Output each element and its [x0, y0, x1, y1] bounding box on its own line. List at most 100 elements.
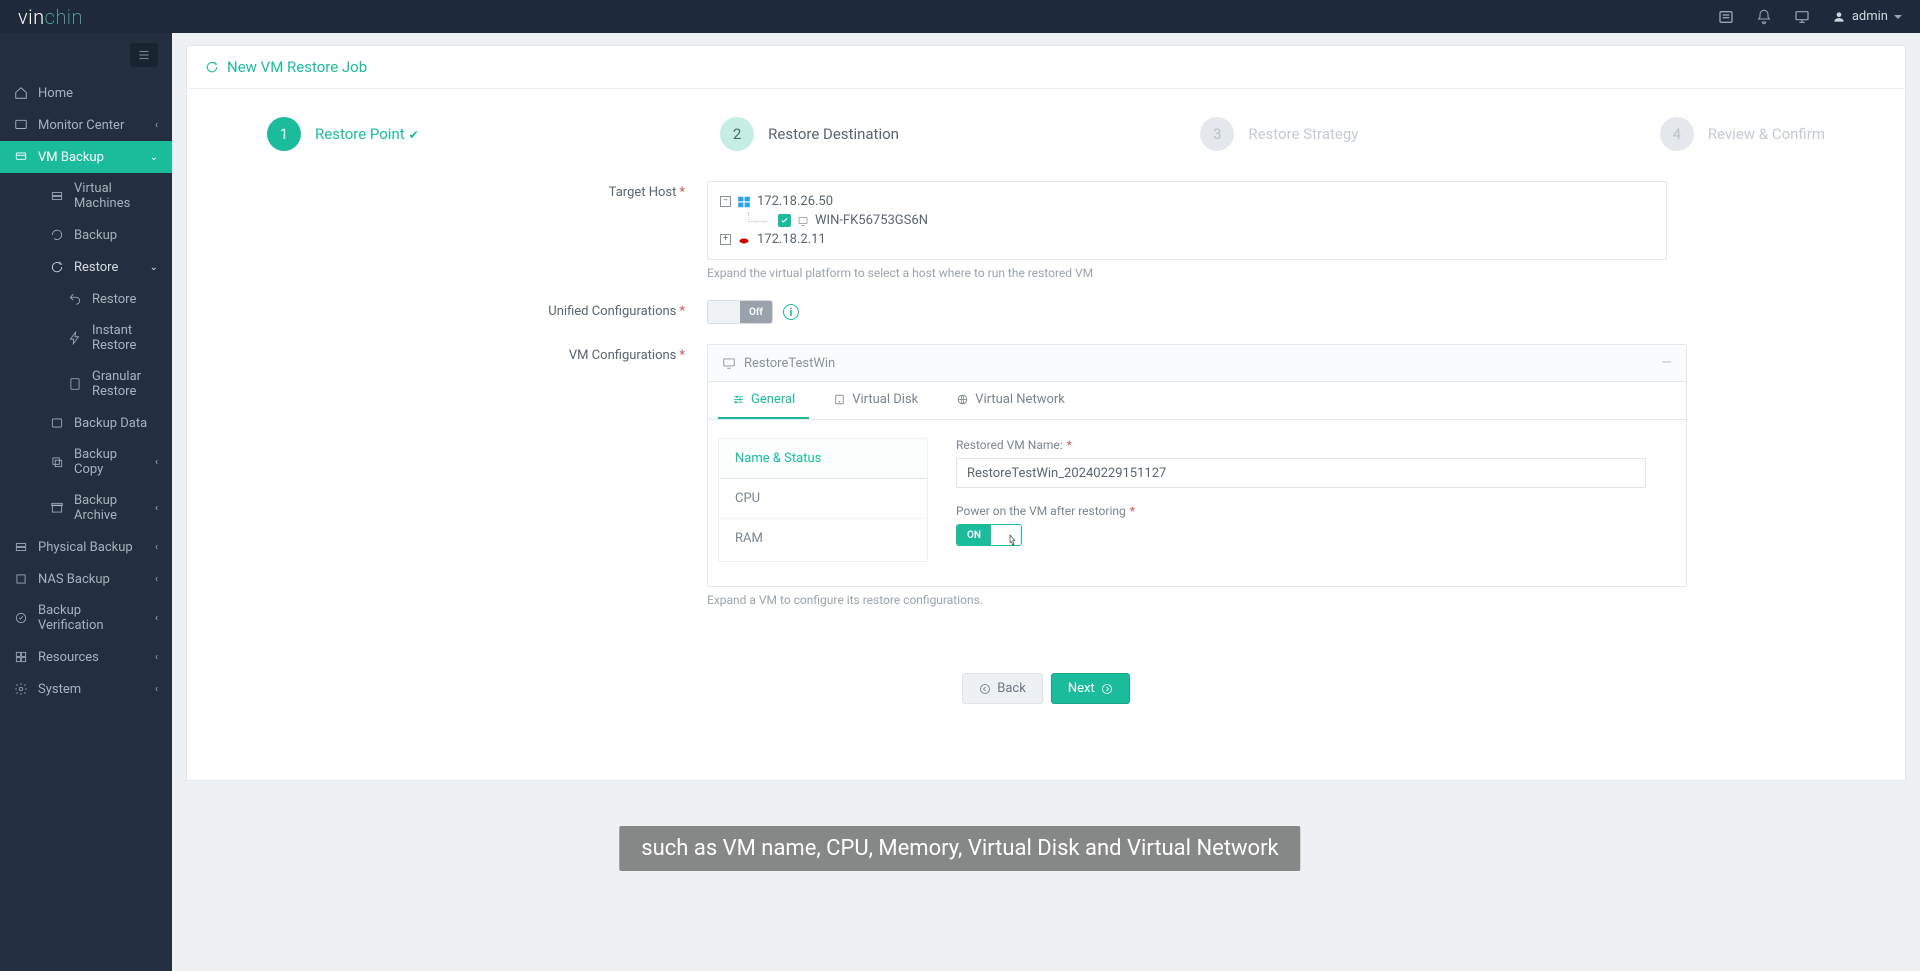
- step-2[interactable]: 2 Restore Destination: [720, 117, 899, 151]
- vm-tabs: General Virtual Disk Virtual Network: [708, 382, 1686, 420]
- label-text: Unified Configurations: [548, 304, 676, 319]
- logo: vinchin: [18, 5, 83, 29]
- field-unified-config: Off i: [707, 300, 1667, 324]
- nav-instant-restore[interactable]: Instant Restore: [24, 315, 172, 361]
- nav-resources[interactable]: Resources ‹: [0, 641, 172, 673]
- step-number: 2: [720, 117, 754, 151]
- collapse-icon[interactable]: —: [1661, 355, 1672, 371]
- nav-label: VM Backup: [38, 150, 104, 165]
- chevron-left-icon: ‹: [155, 574, 158, 585]
- check-icon: ✔: [409, 128, 419, 142]
- restore-icon: [50, 260, 64, 274]
- refresh-icon: [50, 228, 64, 242]
- vm-panel-header[interactable]: RestoreTestWin —: [708, 345, 1686, 382]
- home-icon: [14, 86, 28, 100]
- chevron-down-icon: ⌄: [150, 152, 158, 163]
- nav-label: Physical Backup: [38, 540, 133, 555]
- step-number: 1: [267, 117, 301, 151]
- nav-backup-archive[interactable]: Backup Archive ‹: [24, 485, 172, 531]
- user-name: admin: [1852, 9, 1888, 24]
- sidebar: Home Monitor Center ‹ VM Backup ⌄ Virtua…: [0, 33, 172, 971]
- helper-target-host: Expand the virtual platform to select a …: [707, 266, 1667, 280]
- step-1[interactable]: 1 Restore Point ✔: [267, 117, 419, 151]
- step-4[interactable]: 4 Review & Confirm: [1660, 117, 1825, 151]
- step-label-text: Restore Point: [315, 125, 405, 143]
- physical-icon: [14, 540, 28, 554]
- sidelist-cpu[interactable]: CPU: [719, 479, 927, 519]
- nav-system[interactable]: System ‹: [0, 673, 172, 705]
- label-restored-vm-name: Restored VM Name:*: [956, 438, 1664, 452]
- tree-expand-icon[interactable]: +: [720, 234, 731, 245]
- network-icon: [956, 393, 969, 406]
- row-target-host: Target Host* − 172.18.26.50: [187, 181, 1865, 280]
- nav-virtual-machines[interactable]: Virtual Machines: [24, 173, 172, 219]
- tree-label: 172.18.26.50: [757, 194, 833, 209]
- wizard-card: New VM Restore Job 1 Restore Point✔ 2 Re…: [186, 45, 1906, 781]
- label-power-on: Power on the VM after restoring*: [956, 504, 1664, 518]
- nav-backup-copy[interactable]: Backup Copy ‹: [24, 439, 172, 485]
- tree-node-vm1[interactable]: WIN-FK56753GS6N: [720, 211, 1654, 230]
- arrow-right-icon: [1101, 683, 1113, 695]
- user-menu[interactable]: admin: [1832, 9, 1902, 24]
- step-3[interactable]: 3 Restore Strategy: [1200, 117, 1358, 151]
- nav-vm-backup[interactable]: VM Backup ⌄: [0, 141, 172, 173]
- label-text: Target Host: [609, 185, 677, 200]
- detail-vm-name: Restored VM Name:*: [956, 438, 1664, 488]
- vm-config-panel: RestoreTestWin — General Virt: [707, 344, 1687, 587]
- chevron-left-icon: ‹: [155, 652, 158, 663]
- tab-general[interactable]: General: [718, 382, 809, 419]
- general-sidelist: Name & Status CPU RAM: [718, 438, 928, 562]
- back-button[interactable]: Back: [962, 673, 1043, 704]
- tree-collapse-icon[interactable]: −: [720, 196, 731, 207]
- nav-label: Granular Restore: [92, 369, 158, 399]
- nav-granular-restore[interactable]: Granular Restore: [24, 361, 172, 407]
- tree-checkbox-checked[interactable]: [778, 214, 791, 227]
- nav-nas-backup[interactable]: NAS Backup ‹: [0, 563, 172, 595]
- restore-title-icon: [205, 60, 219, 74]
- nav-physical-backup[interactable]: Physical Backup ‹: [0, 531, 172, 563]
- restored-vm-name-input[interactable]: [956, 458, 1646, 488]
- nav-backup-verification[interactable]: Backup Verification ‹: [0, 595, 172, 641]
- sidelist-name-status[interactable]: Name & Status: [719, 439, 927, 479]
- checkmark-icon: [780, 216, 789, 225]
- vm-icon: [14, 150, 28, 164]
- tab-virtual-network[interactable]: Virtual Network: [942, 382, 1079, 419]
- nav-home[interactable]: Home: [0, 77, 172, 109]
- step-label: Restore Point ✔: [315, 125, 419, 143]
- helper-vm-config: Expand a VM to configure its restore con…: [707, 593, 1687, 607]
- nav-restore[interactable]: Restore ⌄: [24, 251, 172, 283]
- windows-icon: [737, 195, 751, 209]
- step-number: 3: [1200, 117, 1234, 151]
- nav-label: NAS Backup: [38, 572, 110, 587]
- bell-icon[interactable]: [1756, 9, 1772, 25]
- caret-down-icon: [1894, 15, 1902, 19]
- next-button[interactable]: Next: [1051, 673, 1130, 704]
- power-on-toggle[interactable]: ON: [956, 524, 1022, 546]
- form-area: Target Host* − 172.18.26.50: [187, 171, 1905, 637]
- tree-node-host1[interactable]: − 172.18.26.50: [720, 192, 1654, 211]
- monitor-icon[interactable]: [1794, 9, 1810, 25]
- archive-icon: [50, 501, 64, 515]
- info-icon[interactable]: i: [783, 304, 799, 320]
- tab-label: Virtual Disk: [852, 392, 918, 407]
- video-caption: such as VM name, CPU, Memory, Virtual Di…: [619, 826, 1300, 871]
- step-label: Review & Confirm: [1708, 125, 1825, 143]
- tree-node-host2[interactable]: + 172.18.2.11: [720, 230, 1654, 249]
- step-label: Restore Destination: [768, 125, 899, 143]
- sidelist-ram[interactable]: RAM: [719, 519, 927, 558]
- nav-backup-data[interactable]: Backup Data: [24, 407, 172, 439]
- host-tree[interactable]: − 172.18.26.50 WIN-FK56753GS6N: [707, 181, 1667, 260]
- sidebar-collapse-button[interactable]: [130, 43, 158, 67]
- nav-backup[interactable]: Backup: [24, 219, 172, 251]
- required-marker: *: [679, 185, 685, 200]
- tree-label: 172.18.2.11: [757, 232, 826, 247]
- unified-config-toggle[interactable]: Off: [707, 300, 773, 324]
- chevron-down-icon: ⌄: [150, 262, 158, 273]
- server-icon: [50, 189, 64, 203]
- list-icon[interactable]: [1718, 9, 1734, 25]
- nav-restore-sub[interactable]: Restore: [24, 283, 172, 315]
- tab-virtual-disk[interactable]: Virtual Disk: [819, 382, 932, 419]
- logo-part-b: chin: [45, 5, 83, 29]
- toggle-knob: [708, 301, 740, 323]
- nav-monitor-center[interactable]: Monitor Center ‹: [0, 109, 172, 141]
